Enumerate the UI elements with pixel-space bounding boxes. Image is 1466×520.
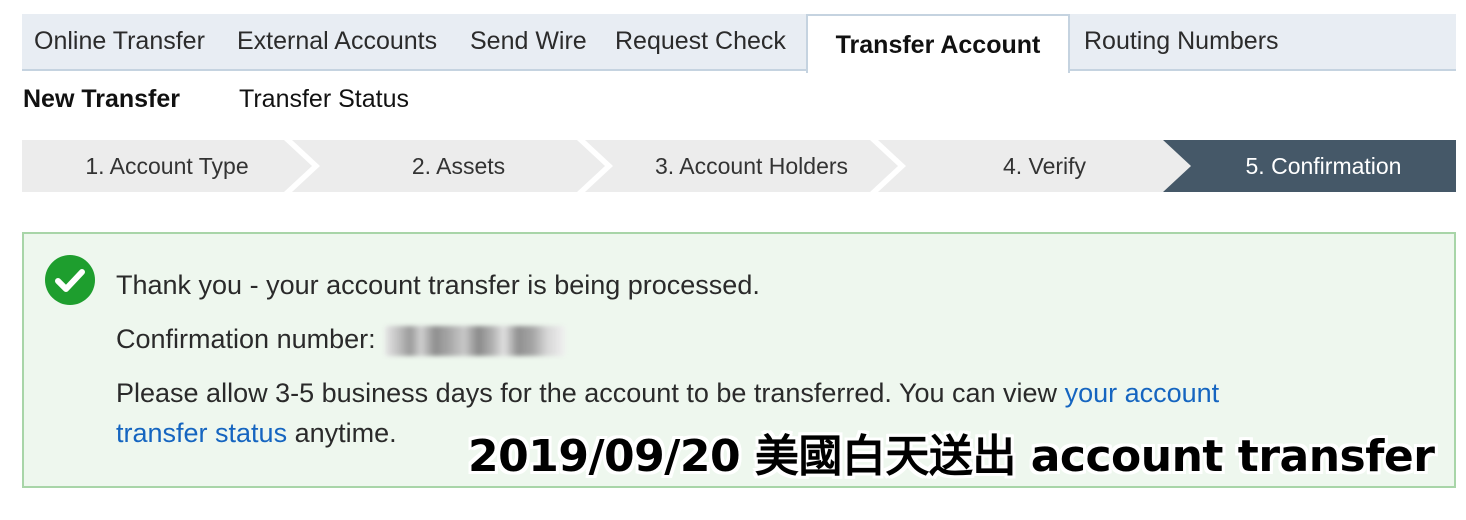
confirmation-number-row: Confirmation number: bbox=[116, 324, 566, 356]
subnav-new-transfer[interactable]: New Transfer bbox=[23, 82, 180, 116]
subnav-transfer-status[interactable]: Transfer Status bbox=[239, 82, 409, 116]
overlay-caption: 2019/09/20 美國白天送出 account transfer bbox=[468, 431, 1435, 482]
account-transfer-status-link-part1[interactable]: your account bbox=[1065, 378, 1220, 408]
step-assets: 2. Assets bbox=[411, 153, 506, 179]
tab-external-accounts[interactable]: External Accounts bbox=[237, 14, 437, 69]
confirmation-number-redacted bbox=[385, 325, 566, 356]
anytime-text: anytime. bbox=[294, 418, 397, 448]
tab-transfer-account[interactable]: Transfer Account bbox=[806, 14, 1070, 73]
processing-time-text: Please allow 3-5 business days for the a… bbox=[116, 378, 1219, 409]
step-confirmation: 5. Confirmation bbox=[1245, 153, 1402, 179]
thank-you-message: Thank you - your account transfer is bei… bbox=[116, 270, 760, 300]
progress-stepper: 1. Account Type 2. Assets 3. Account Hol… bbox=[22, 140, 1456, 192]
check-circle-icon bbox=[44, 254, 96, 306]
step-account-type: 1. Account Type bbox=[85, 153, 249, 179]
tab-send-wire[interactable]: Send Wire bbox=[470, 14, 587, 69]
tab-request-check[interactable]: Request Check bbox=[615, 14, 786, 69]
tab-routing-numbers[interactable]: Routing Numbers bbox=[1084, 14, 1279, 69]
step-verify: 4. Verify bbox=[1002, 153, 1087, 179]
confirmation-number-label: Confirmation number: bbox=[116, 324, 376, 354]
account-transfer-status-link-part2[interactable]: transfer status bbox=[116, 418, 287, 448]
step-account-holders: 3. Account Holders bbox=[654, 153, 849, 179]
processing-time-message: Please allow 3-5 business days for the a… bbox=[116, 378, 1058, 408]
tab-online-transfer[interactable]: Online Transfer bbox=[34, 14, 205, 69]
processing-time-text-line2: transfer status anytime. bbox=[116, 418, 397, 449]
